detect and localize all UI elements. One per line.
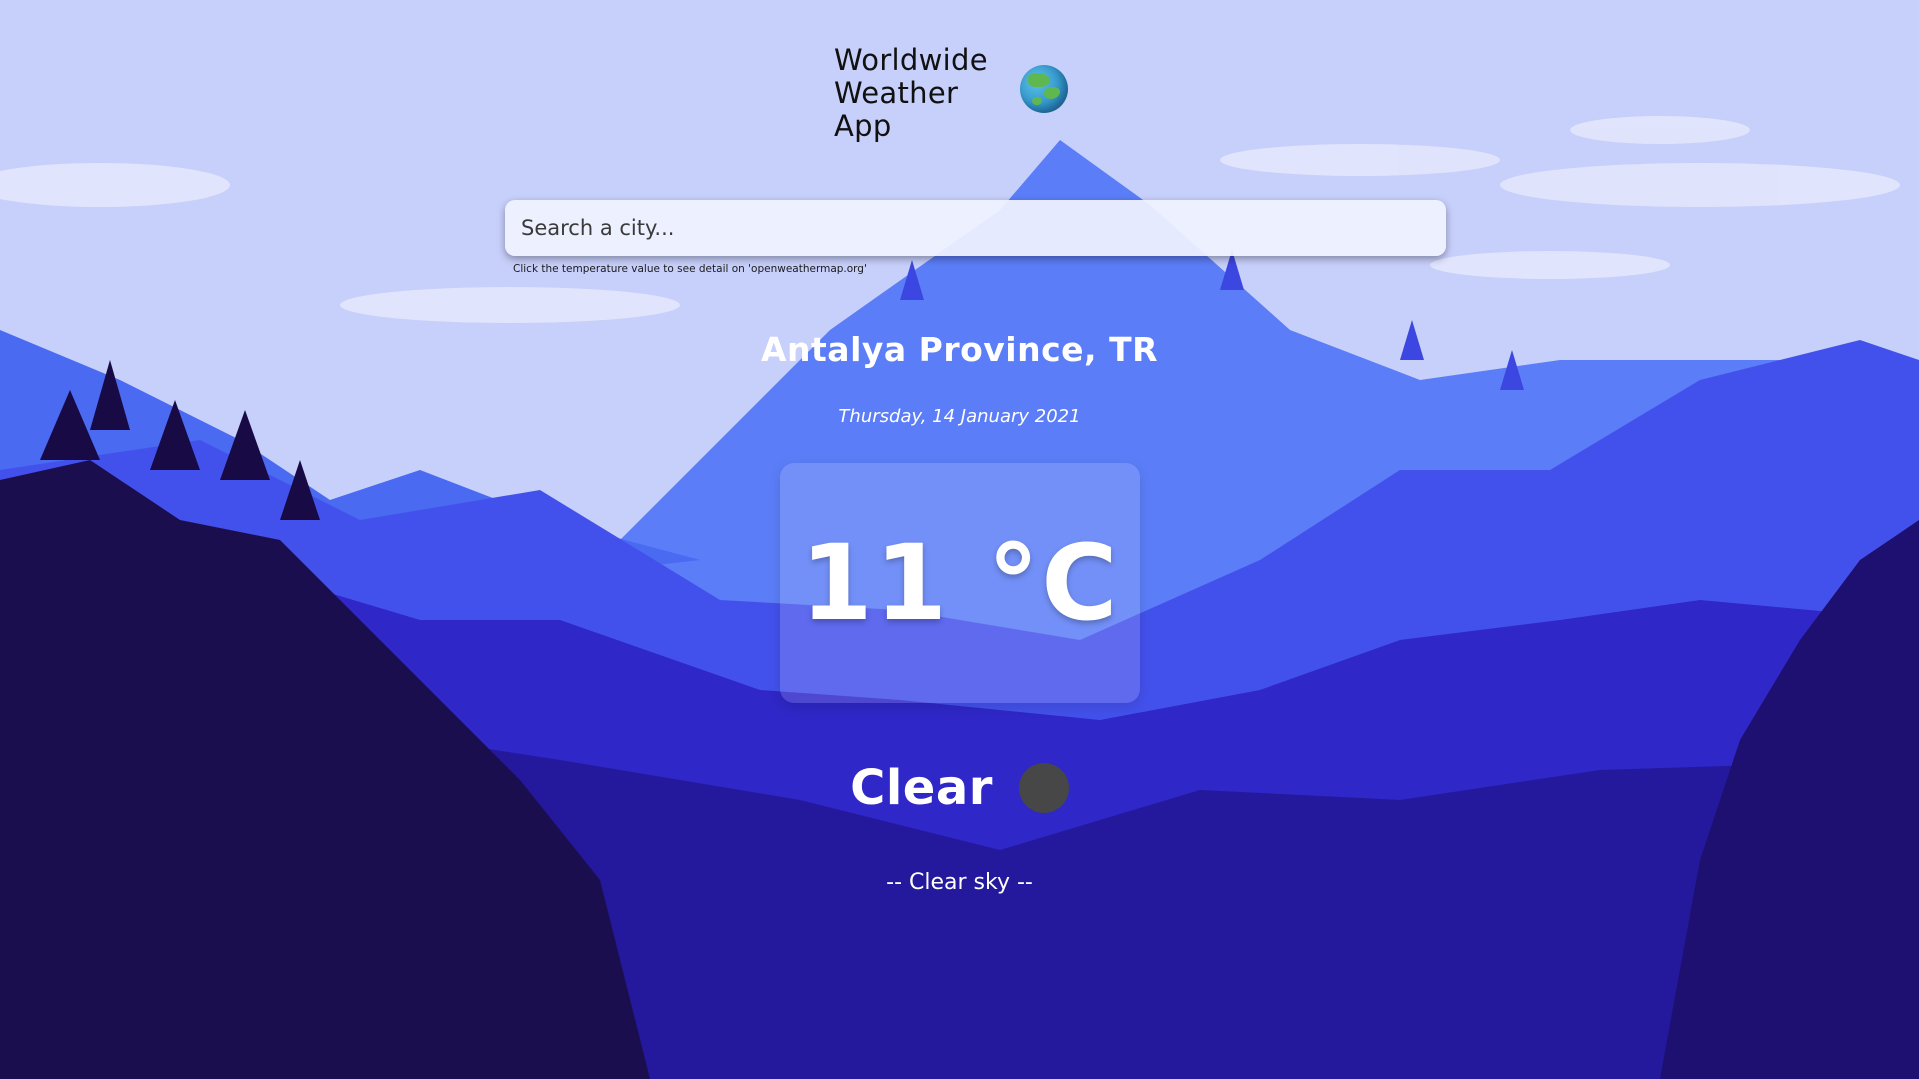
app-title: Worldwide Weather App [834, 44, 994, 143]
clear-sky-icon [1018, 763, 1069, 813]
location-name: Antalya Province, TR [761, 330, 1158, 369]
app-title-line2: Weather [834, 76, 959, 110]
temperature-value[interactable]: 11 °C [800, 522, 1119, 644]
weather-condition: Clear [850, 760, 993, 816]
temperature-card[interactable]: 11 °C [780, 463, 1140, 703]
weather-description: -- Clear sky -- [886, 870, 1033, 895]
weather-condition-row: Clear [0, 760, 1919, 816]
globe-icon [1020, 64, 1068, 113]
app-title-line3: App [834, 109, 892, 143]
current-date: Thursday, 14 January 2021 [838, 406, 1081, 427]
weather-app-page: WorldwideWeatherApp Click the temperatur… [0, 0, 1919, 1079]
city-search-input[interactable] [505, 200, 1446, 256]
search-hint: Click the temperature value to see detai… [513, 263, 867, 275]
app-title-line1: Worldwide [834, 43, 988, 77]
search-bar [505, 200, 1446, 256]
app-header: Worldwide Weather App [834, 44, 1068, 143]
